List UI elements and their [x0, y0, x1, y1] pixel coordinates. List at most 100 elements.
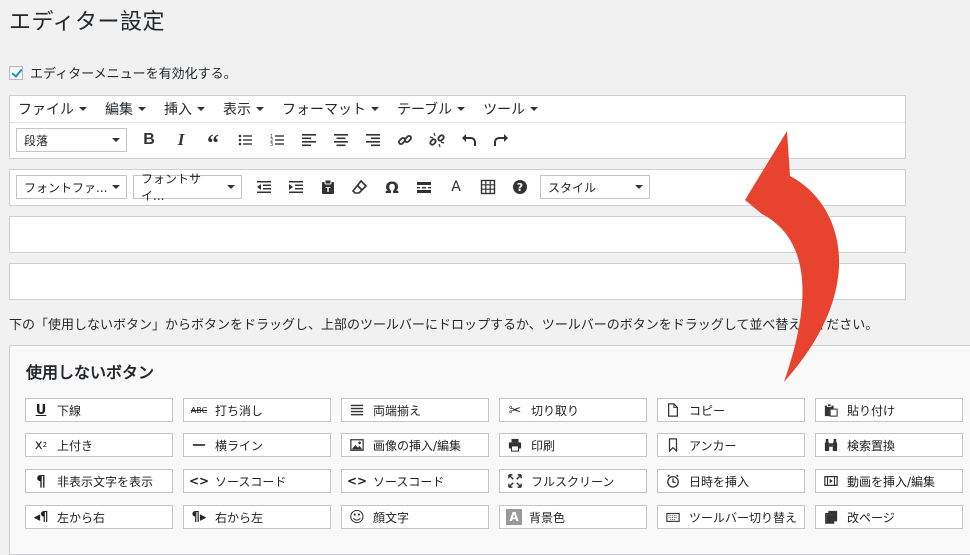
drag-instructions: 下の「使用しないボタン」からボタンをドラッグし、上部のツールバーにドロップするか… [9, 318, 879, 333]
bold-button[interactable]: B [133, 127, 165, 153]
unused-horizontal-line-button[interactable]: 横ライン [183, 433, 331, 457]
chevron-down-icon [138, 106, 146, 111]
unused-ltr-button[interactable]: ◂¶ 左から右 [25, 505, 173, 529]
unused-strikethrough-button[interactable]: ABC 打ち消し [183, 398, 331, 422]
unused-buttons-title: 使用しないボタン [26, 363, 155, 382]
chevron-down-icon [197, 106, 205, 111]
bullet-list-button[interactable] [229, 127, 261, 153]
unused-cut-button[interactable]: ✂ 切り取り [499, 398, 647, 422]
unused-background-color-button[interactable]: A 背景色 [499, 505, 647, 529]
enable-menu-row[interactable]: エディターメニューを有効化する。 [9, 63, 237, 82]
unused-page-break-button[interactable]: 改ページ [815, 505, 963, 529]
unused-media-button[interactable]: 動画を挿入/編集 [815, 469, 963, 493]
menu-file[interactable]: ファイル [9, 99, 95, 119]
align-center-button[interactable] [325, 127, 357, 153]
chevron-down-icon [227, 185, 235, 189]
numbered-list-icon: 123 [270, 134, 284, 148]
menubar: ファイル 編集 挿入 表示 フォーマット テーブル ツール [9, 95, 906, 122]
unused-image-button[interactable]: 画像の挿入/編集 [341, 433, 489, 457]
italic-button[interactable]: I [165, 127, 197, 153]
background-color-icon: A [506, 509, 522, 525]
editor-toolbar-panel-4[interactable] [9, 263, 906, 300]
ltr-icon: ◂¶ [33, 509, 49, 525]
unused-buttons-panel: 使用しないボタン U 下線 ABC 打ち消し 両端揃え ✂ 切り取り コピー 貼り付け… [9, 345, 970, 555]
image-icon [348, 438, 366, 452]
special-character-button[interactable]: Ω [376, 174, 408, 200]
table-button[interactable] [472, 174, 504, 200]
unused-source-code-button-1[interactable]: <> ソースコード [183, 469, 331, 493]
text-color-button[interactable]: A [440, 174, 472, 200]
remove-link-button[interactable] [421, 127, 453, 153]
unused-fullscreen-button[interactable]: フルスクリーン [499, 469, 647, 493]
help-button[interactable]: ? [504, 174, 536, 200]
enable-menu-label[interactable]: エディターメニューを有効化する。 [30, 63, 237, 82]
align-left-icon [302, 134, 316, 147]
menu-insert[interactable]: 挿入 [155, 99, 213, 119]
align-left-button[interactable] [293, 127, 325, 153]
font-size-select[interactable]: フォントサイ... [133, 172, 242, 203]
format-select[interactable]: 段落 [16, 128, 127, 152]
unused-paste-button[interactable]: 貼り付け [815, 398, 963, 422]
film-icon [822, 474, 840, 488]
clear-formatting-button[interactable] [344, 174, 376, 200]
chevron-down-icon [457, 106, 466, 111]
unused-underline-button[interactable]: U 下線 [25, 398, 173, 422]
fullscreen-icon [506, 474, 524, 488]
horizontal-rule-button[interactable] [408, 174, 440, 200]
menu-view[interactable]: 表示 [214, 99, 272, 119]
unused-insert-datetime-button[interactable]: 日時を挿入 [657, 469, 805, 493]
menu-tools[interactable]: ツール [474, 99, 546, 119]
paste-as-text-button[interactable]: T [312, 174, 344, 200]
svg-text:?: ? [517, 181, 523, 194]
align-justify-icon [348, 403, 366, 417]
quote-icon: “ [207, 131, 219, 157]
unused-rtl-button[interactable]: ¶▸ 右から左 [183, 505, 331, 529]
blockquote-button[interactable]: “ [197, 127, 229, 157]
unused-show-invisibles-button[interactable]: ¶ 非表示文字を表示 [25, 469, 173, 493]
omega-icon: Ω [385, 177, 399, 197]
page-break-icon [822, 510, 840, 524]
insert-link-button[interactable] [389, 127, 421, 153]
horizontal-line-icon [190, 438, 208, 452]
unused-justify-button[interactable]: 両端揃え [341, 398, 489, 422]
undo-button[interactable] [453, 127, 485, 153]
underline-icon: U [35, 402, 47, 418]
keyboard-icon [664, 510, 682, 524]
enable-menu-checkbox[interactable] [9, 65, 23, 80]
copy-icon [664, 403, 682, 417]
toolbar-1: 段落 B I “ 123 [16, 127, 517, 157]
chevron-down-icon [79, 106, 87, 111]
menu-edit[interactable]: 編集 [96, 99, 154, 119]
unused-print-button[interactable]: 印刷 [499, 433, 647, 457]
indent-button[interactable] [280, 174, 312, 200]
clock-icon [664, 474, 682, 488]
eraser-icon [352, 179, 368, 194]
unused-superscript-button[interactable]: x 2 上付き [25, 433, 173, 457]
table-icon [480, 179, 496, 195]
chevron-down-icon [530, 106, 539, 111]
menu-table[interactable]: テーブル [388, 99, 473, 119]
chevron-down-icon [112, 138, 120, 142]
align-right-button[interactable] [357, 127, 389, 153]
redo-button[interactable] [485, 127, 517, 153]
outdent-button[interactable] [248, 174, 280, 200]
chevron-down-icon [112, 185, 120, 189]
binoculars-icon [822, 438, 840, 452]
unused-source-code-button-2[interactable]: <> ソースコード [341, 469, 489, 493]
menu-format[interactable]: フォーマット [273, 99, 387, 119]
unused-anchor-button[interactable]: アンカー [657, 433, 805, 457]
unused-copy-button[interactable]: コピー [657, 398, 805, 422]
pilcrow-icon: ¶ [36, 472, 46, 490]
indent-icon [289, 181, 303, 193]
numbered-list-button[interactable]: 123 [261, 127, 293, 153]
paste-icon [822, 403, 840, 417]
editor-toolbar-panel-3[interactable] [9, 216, 906, 253]
unused-toolbar-toggle-button[interactable]: ツールバー切り替え [657, 505, 805, 529]
unused-emoticons-button[interactable]: ☺ 顔文字 [341, 505, 489, 529]
unused-search-replace-button[interactable]: 検索置換 [815, 433, 963, 457]
undo-icon [462, 134, 476, 146]
font-family-select[interactable]: フォントファ... [16, 175, 127, 199]
rtl-icon: ¶▸ [191, 509, 207, 525]
print-icon [506, 438, 524, 452]
style-select[interactable]: スタイル [540, 175, 650, 199]
